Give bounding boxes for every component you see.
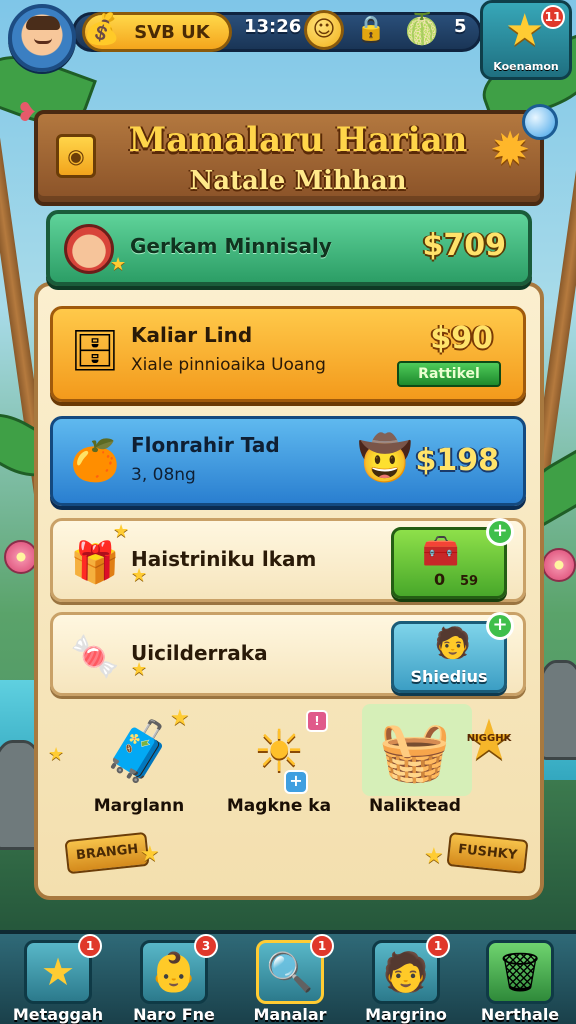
currency-pill[interactable]: 💰 SVB UK xyxy=(82,12,232,52)
notification-badge: 1 xyxy=(426,934,450,958)
offer-row-2[interactable]: 🍊 Flonrahir Tad 3, 08ng 🤠 $198 xyxy=(50,416,526,506)
offer-title: Flonrahir Tad xyxy=(131,433,280,457)
panel-subtitle: Natale Mihhan xyxy=(189,166,407,196)
star-icon: ★ xyxy=(110,254,127,275)
treasure-chest-icon: 🧳 xyxy=(102,717,176,785)
lock-icon[interactable]: 🔒 xyxy=(356,14,386,42)
offer-ribbon[interactable]: Rattikel xyxy=(397,361,501,387)
currency-label: SVB UK xyxy=(134,21,210,43)
nav-label: Margrino xyxy=(365,1005,447,1024)
reward-label: Magkne ka xyxy=(226,796,332,816)
star-sticker-icon: ★ NIGGHK xyxy=(458,713,520,769)
nav-item-manalar[interactable]: 🔍 1 Manalar xyxy=(244,934,336,1024)
info-bubble-icon[interactable] xyxy=(522,104,558,140)
shield-button[interactable]: 🧑 Shiedius + xyxy=(391,612,514,693)
avatar-hair xyxy=(26,16,60,30)
plus-icon: + xyxy=(284,770,308,794)
reward-chest[interactable]: 🧳 ★ ★ Marglann xyxy=(48,706,204,830)
task-row-1: 🎁 ★ ★ Haistriniku lkam 🧰 0 59 + xyxy=(50,518,526,602)
plus-icon: + xyxy=(486,518,514,546)
ribbon-tail-icon: ❥ xyxy=(16,98,38,128)
nav-item-naro-fne[interactable]: 👶 3 Naro Fne xyxy=(128,934,220,1024)
star-icon: ★ xyxy=(170,706,190,731)
nav-item-margrino[interactable]: 🧑 1 Margrino xyxy=(360,934,452,1024)
featured-name: Gerkam Minnisaly xyxy=(130,234,332,258)
notification-badge: 3 xyxy=(194,934,218,958)
star-icon: ★ xyxy=(48,744,65,765)
chest-icon: 🧰 xyxy=(422,534,460,569)
gift-icon: 🎁 xyxy=(70,540,120,586)
money-bag-icon: 💰 xyxy=(83,12,121,47)
star-icon: ★ xyxy=(140,842,160,867)
notification-badge: 1 xyxy=(78,934,102,958)
player-avatar-button[interactable] xyxy=(8,4,76,72)
offer-subtitle: Xiale pinnioaika Uoang xyxy=(131,355,326,375)
button-count-extra: 59 xyxy=(460,574,479,589)
nav-label: Nerthale xyxy=(480,1005,560,1024)
star-icon: ★ xyxy=(113,521,130,542)
melon-icon[interactable]: 🍈 xyxy=(400,8,444,52)
reward-label: Naliktead xyxy=(369,796,461,816)
task-title: Uicilderraka xyxy=(131,641,268,665)
hat-character-icon: 🤠 xyxy=(357,433,413,484)
nav-item-nerthale[interactable]: 🗑 Nerthale xyxy=(474,934,566,1024)
bottom-nav: ★ 1 Metaggah 👶 3 Naro Fne 🔍 1 Manalar 🧑 … xyxy=(0,930,576,1024)
timer-text: 13:26 xyxy=(244,16,302,37)
task-title: Haistriniku lkam xyxy=(131,547,317,571)
task-row-2: 🍬 ★ Uicilderraka 🧑 Shiedius + xyxy=(50,612,526,696)
top-bar: 💰 SVB UK 13:26 ☺ 🔒 🍈 5 ★ Koenamon 11 xyxy=(0,0,576,80)
character-face-icon: 🧑 xyxy=(434,626,472,661)
fruit-icon: 🍊 xyxy=(70,438,120,484)
star-sticker-text: NIGGHK xyxy=(466,733,512,744)
trash-can-icon: 🗑 xyxy=(486,940,554,1004)
basket-icon: 🧺 xyxy=(378,717,452,785)
panel-title: Mamalaru Harian xyxy=(128,120,468,160)
events-button[interactable]: ★ Koenamon 11 xyxy=(480,0,572,80)
new-badge-icon: ! xyxy=(306,710,328,732)
notification-badge: 11 xyxy=(541,5,565,29)
resource-count: 5 xyxy=(454,16,467,37)
reward-sun[interactable]: ☀ ! + Magkne ka xyxy=(214,710,344,830)
vending-machine-icon: 🗄 xyxy=(69,328,121,374)
plus-icon: + xyxy=(486,612,514,640)
cheese-tag-icon: ◉ xyxy=(56,134,96,178)
character-avatar-icon xyxy=(64,224,114,274)
events-button-label: Koenamon xyxy=(493,60,559,73)
smiley-coin-icon[interactable]: ☺ xyxy=(304,10,344,50)
star-icon: ★ xyxy=(505,5,545,56)
title-board: ❥ ◉ Mamalaru Harian Natale Mihhan ✹ xyxy=(16,98,558,206)
offer-subtitle: 3, 08ng xyxy=(131,465,196,485)
notification-badge: 1 xyxy=(310,934,334,958)
offer-price: $90 xyxy=(430,321,493,356)
nav-item-metaggah[interactable]: ★ 1 Metaggah xyxy=(12,934,104,1024)
reward-label: Marglann xyxy=(93,796,185,816)
shield-button-label: Shiedius xyxy=(410,667,488,686)
nav-label: Naro Fne xyxy=(133,1005,215,1024)
daily-panel: ❥ ◉ Mamalaru Harian Natale Mihhan ✹ ★ Ge… xyxy=(16,98,558,900)
button-count: 0 xyxy=(434,570,446,589)
offer-row-1[interactable]: 🗄 Kaliar Lind Xiale pinnioaika Uoang $90… xyxy=(50,306,526,402)
candy-icon: 🍬 xyxy=(70,634,120,680)
claim-chest-button[interactable]: 🧰 0 59 + xyxy=(391,518,514,599)
featured-offer[interactable]: ★ Gerkam Minnisaly $709 xyxy=(46,210,532,286)
avatar-smile xyxy=(34,38,52,44)
star-icon: ★ xyxy=(424,844,444,869)
featured-price: $709 xyxy=(422,228,507,263)
nav-label: Manalar xyxy=(253,1005,327,1024)
offer-price: $198 xyxy=(415,443,500,478)
nav-label: Metaggah xyxy=(12,1005,104,1024)
offer-title: Kaliar Lind xyxy=(131,323,253,347)
